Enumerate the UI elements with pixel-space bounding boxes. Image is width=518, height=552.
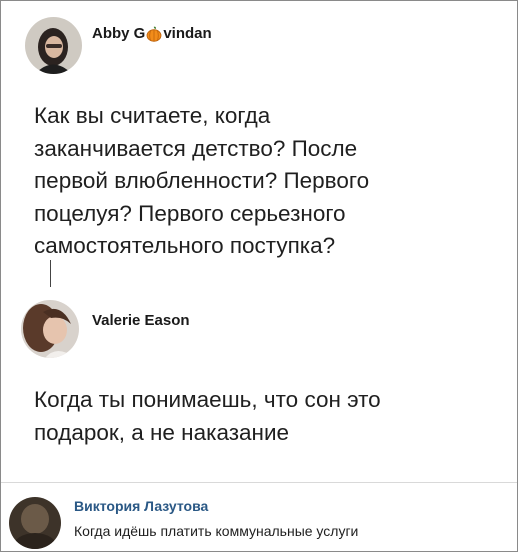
avatar-valerie[interactable] bbox=[21, 300, 79, 358]
separator bbox=[1, 482, 517, 483]
author-name-part1: Abby G bbox=[92, 25, 146, 42]
author-name-valerie[interactable]: Valerie Eason bbox=[92, 312, 190, 329]
tweet-text-2: Когда ты понимаешь, что сон это подарок,… bbox=[34, 387, 381, 445]
comment-text: Когда идёшь платить коммунальные услуги bbox=[74, 523, 359, 539]
author-name-part2: vindan bbox=[163, 25, 212, 42]
pumpkin-icon bbox=[146, 26, 162, 42]
author-name-abby[interactable]: Abby G vindan bbox=[92, 25, 212, 42]
screenshot-frame bbox=[0, 0, 518, 552]
avatar-viktoria[interactable] bbox=[9, 497, 61, 549]
avatar-abby[interactable] bbox=[25, 17, 82, 74]
comment-author-name[interactable]: Виктория Лазутова bbox=[74, 498, 208, 514]
tweet-text-1: Как вы считаете, когда заканчивается дет… bbox=[34, 103, 370, 258]
thread-line bbox=[50, 260, 51, 287]
